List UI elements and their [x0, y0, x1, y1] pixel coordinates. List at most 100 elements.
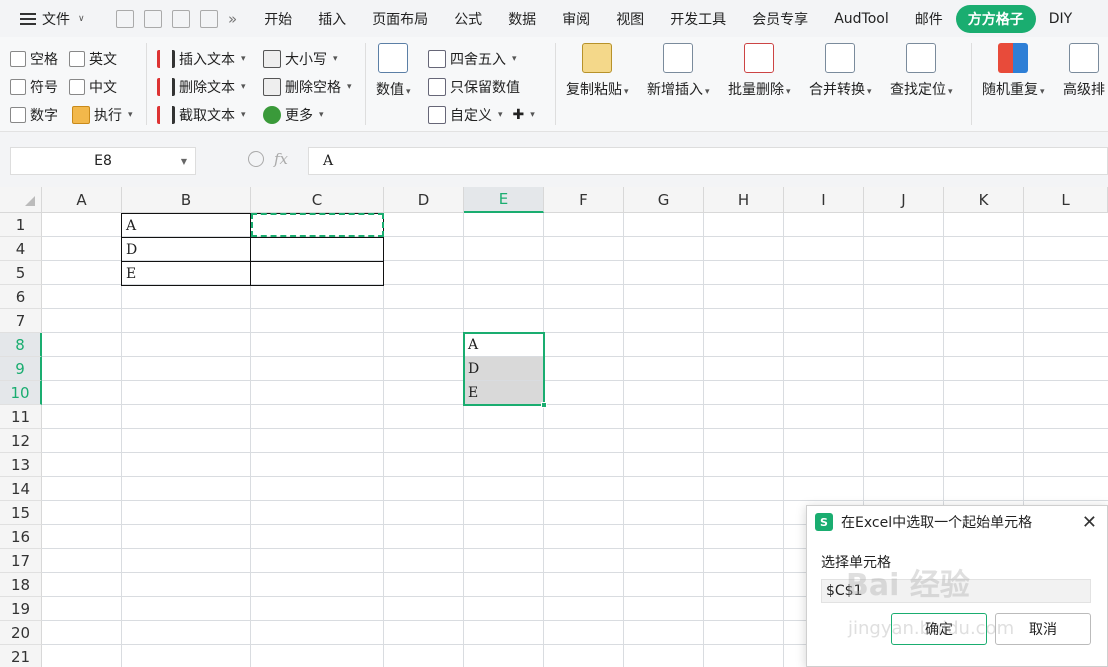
checkbox-chinese[interactable]: 中文: [69, 77, 117, 97]
tab-fangfang[interactable]: 方方格子: [955, 4, 1036, 33]
print-icon[interactable]: [172, 9, 190, 28]
column-header-e[interactable]: E: [464, 187, 544, 213]
delete-space-button[interactable]: 删除空格 ▾: [263, 77, 352, 97]
print-preview-icon[interactable]: [200, 9, 218, 28]
tab-developer[interactable]: 开发工具: [657, 9, 739, 29]
more-icon[interactable]: »: [228, 10, 237, 28]
checkbox-icon[interactable]: [69, 79, 85, 95]
name-box-value: E8: [94, 153, 112, 169]
file-menu[interactable]: 文件 ∨: [0, 9, 110, 29]
zoom-icon[interactable]: [248, 151, 264, 167]
select-all-corner[interactable]: [0, 187, 42, 213]
tab-home[interactable]: 开始: [251, 9, 305, 29]
copy-paste-button[interactable]: 复制粘贴 ▾: [566, 43, 629, 99]
batch-delete-button[interactable]: 批量删除 ▾: [728, 43, 791, 99]
row-header-21[interactable]: 21: [0, 645, 42, 667]
column-header-c[interactable]: C: [251, 187, 384, 213]
row-header-13[interactable]: 13: [0, 453, 42, 477]
advanced-sort-button[interactable]: 高级排: [1063, 43, 1105, 99]
checkbox-icon[interactable]: [69, 51, 85, 67]
tab-insert[interactable]: 插入: [305, 9, 359, 29]
checkbox-space[interactable]: 空格: [10, 49, 58, 69]
column-header-k[interactable]: K: [944, 187, 1024, 213]
row-header-9[interactable]: 9: [0, 357, 42, 381]
grid-line: [543, 213, 544, 667]
random-repeat-button[interactable]: 随机重复 ▾: [982, 43, 1045, 99]
cell-c5[interactable]: [250, 261, 384, 286]
name-box[interactable]: E8 ▼: [10, 147, 196, 175]
row-header-10[interactable]: 10: [0, 381, 42, 405]
cancel-button[interactable]: 取消: [995, 613, 1091, 645]
row-header-12[interactable]: 12: [0, 429, 42, 453]
row-header-1[interactable]: 1: [0, 213, 42, 237]
execute-button[interactable]: 执行 ▾: [72, 105, 133, 125]
extract-text-button[interactable]: 截取文本 ▾: [157, 105, 246, 125]
insert-new-button[interactable]: 新增插入 ▾: [647, 43, 710, 99]
checkbox-icon[interactable]: [10, 51, 26, 67]
cell-b1[interactable]: A: [121, 213, 251, 238]
row-header-11[interactable]: 11: [0, 405, 42, 429]
row-header-8[interactable]: 8: [0, 333, 42, 357]
case-button[interactable]: 大小写 ▾: [263, 49, 338, 69]
column-header-g[interactable]: G: [624, 187, 704, 213]
column-header-a[interactable]: A: [42, 187, 122, 213]
row-header-17[interactable]: 17: [0, 549, 42, 573]
column-header-h[interactable]: H: [704, 187, 784, 213]
keep-values-button[interactable]: 只保留数值: [428, 77, 520, 97]
checkbox-symbol[interactable]: 符号: [10, 77, 58, 97]
dialog-title-bar[interactable]: S 在Excel中选取一个起始单元格: [807, 506, 1107, 538]
close-icon[interactable]: ✕: [1082, 512, 1097, 533]
row-header-20[interactable]: 20: [0, 621, 42, 645]
column-header-f[interactable]: F: [544, 187, 624, 213]
checkbox-english[interactable]: 英文: [69, 49, 117, 69]
tab-member[interactable]: 会员专享: [739, 9, 821, 29]
find-locate-button[interactable]: 查找定位 ▾: [890, 43, 953, 99]
row-header-6[interactable]: 6: [0, 285, 42, 309]
tab-review[interactable]: 审阅: [549, 9, 603, 29]
tab-page-layout[interactable]: 页面布局: [359, 9, 441, 29]
delete-text-button[interactable]: 删除文本 ▾: [157, 77, 246, 97]
more-button[interactable]: 更多 ▾: [263, 105, 324, 125]
cell-b4[interactable]: D: [121, 237, 251, 262]
row-header-15[interactable]: 15: [0, 501, 42, 525]
tab-mail[interactable]: 邮件: [902, 9, 956, 29]
row-header-14[interactable]: 14: [0, 477, 42, 501]
grid-line: [42, 356, 1108, 357]
row-header-19[interactable]: 19: [0, 597, 42, 621]
value-button[interactable]: 数值 ▾: [376, 43, 411, 99]
ok-button[interactable]: 确定: [891, 613, 987, 645]
cell-c4[interactable]: [250, 237, 384, 262]
tab-formulas[interactable]: 公式: [441, 9, 495, 29]
column-header-i[interactable]: I: [784, 187, 864, 213]
tab-audtool[interactable]: AudTool: [821, 11, 902, 27]
column-header-b[interactable]: B: [122, 187, 251, 213]
tab-data[interactable]: 数据: [495, 9, 549, 29]
round-button[interactable]: 四舍五入 ▾: [428, 49, 517, 69]
checkbox-icon[interactable]: [10, 79, 26, 95]
tab-view[interactable]: 视图: [603, 9, 657, 29]
column-header-d[interactable]: D: [384, 187, 464, 213]
export-icon[interactable]: [144, 9, 162, 28]
plus-icon[interactable]: ✚: [513, 107, 525, 123]
cell-reference-input[interactable]: $C$1: [821, 579, 1091, 603]
column-header-l[interactable]: L: [1024, 187, 1108, 213]
custom-button[interactable]: 自定义 ▾ ✚ ▾: [428, 105, 535, 125]
fill-handle[interactable]: [541, 402, 547, 408]
insert-text-button[interactable]: 插入文本 ▾: [157, 49, 246, 69]
checkbox-number[interactable]: 数字: [10, 105, 58, 125]
formula-input[interactable]: A: [308, 147, 1108, 175]
checkbox-chinese-label: 中文: [89, 80, 117, 96]
row-header-16[interactable]: 16: [0, 525, 42, 549]
chevron-down-icon[interactable]: ▼: [181, 157, 187, 166]
row-header-18[interactable]: 18: [0, 573, 42, 597]
column-header-j[interactable]: J: [864, 187, 944, 213]
checkbox-icon[interactable]: [10, 107, 26, 123]
cell-b5[interactable]: E: [121, 261, 251, 286]
merge-convert-button[interactable]: 合并转换 ▾: [809, 43, 872, 99]
row-header-5[interactable]: 5: [0, 261, 42, 285]
tab-diy[interactable]: DIY: [1036, 11, 1085, 27]
fx-icon[interactable]: fx: [274, 150, 288, 168]
row-header-7[interactable]: 7: [0, 309, 42, 333]
row-header-4[interactable]: 4: [0, 237, 42, 261]
save-icon[interactable]: [116, 9, 134, 28]
